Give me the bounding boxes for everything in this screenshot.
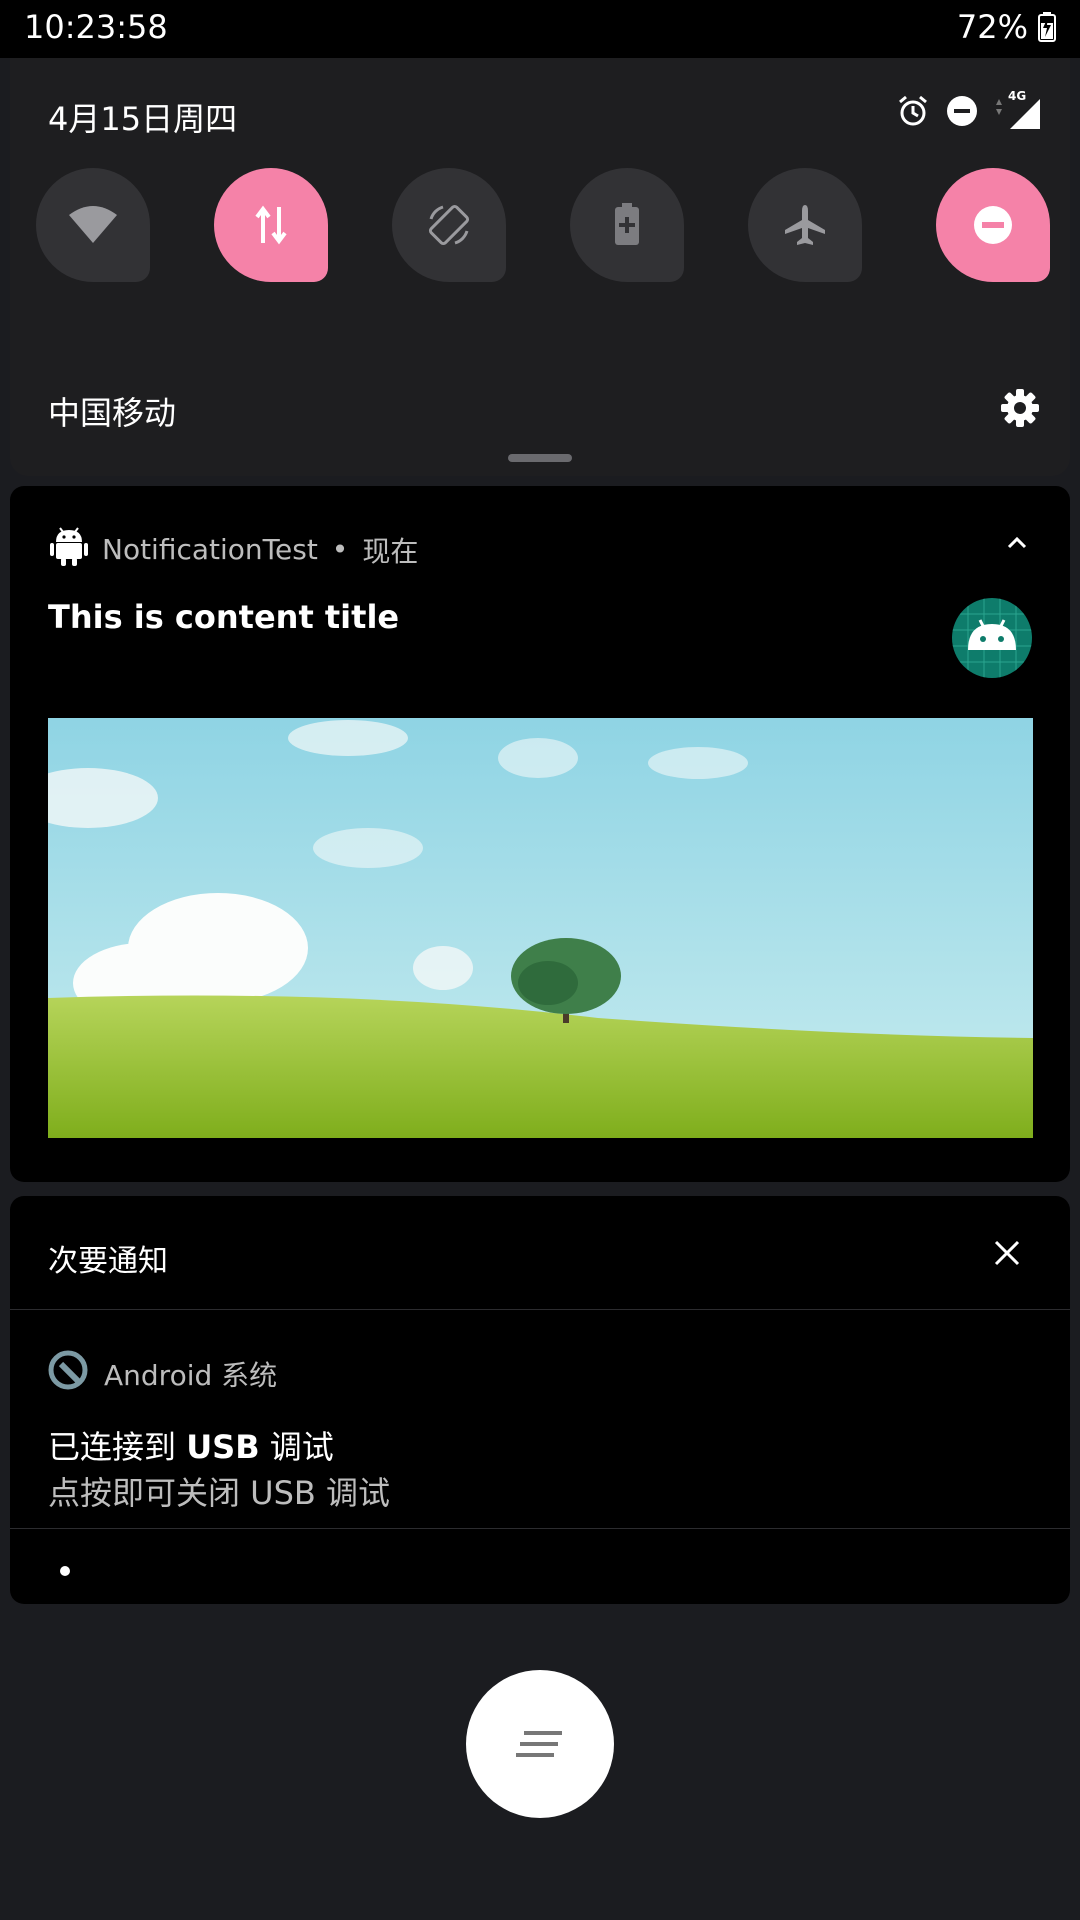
tile-wifi[interactable] bbox=[36, 168, 150, 282]
qs-status-icons: 4G bbox=[896, 89, 1044, 132]
minus-circle-icon bbox=[974, 206, 1012, 244]
qs-date[interactable]: 4月15日周四 bbox=[48, 94, 237, 140]
usb-notification-text: 点按即可关闭 USB 调试 bbox=[48, 1474, 391, 1512]
alarm-icon bbox=[896, 94, 930, 132]
notification-overflow-dot bbox=[60, 1566, 70, 1576]
qs-drag-handle[interactable] bbox=[508, 454, 572, 462]
status-time: 10:23:58 bbox=[24, 8, 168, 46]
notification-header: NotificationTest • 现在 bbox=[50, 526, 418, 573]
tile-mobile-data[interactable] bbox=[214, 168, 328, 282]
battery-percent: 72% bbox=[956, 8, 1028, 46]
android-system-app-name: Android 系统 bbox=[104, 1358, 278, 1392]
airplane-icon bbox=[785, 205, 825, 245]
wifi-icon bbox=[69, 206, 117, 243]
silent-notifications-card: 次要通知 Android 系统 已连接到 USB 调试 点按即可关闭 USB 调… bbox=[10, 1196, 1070, 1604]
usb-title-bold: USB bbox=[186, 1428, 260, 1466]
notes-lines-icon bbox=[516, 1731, 562, 1757]
notification-card[interactable]: NotificationTest • 现在 This is content ti… bbox=[10, 486, 1070, 1182]
battery-charging-icon bbox=[1038, 12, 1056, 42]
notification-large-icon bbox=[952, 598, 1032, 678]
usb-notification-title: 已连接到 USB 调试 bbox=[48, 1422, 334, 1468]
silent-bottom-divider bbox=[10, 1528, 1070, 1529]
rotate-icon bbox=[428, 204, 470, 246]
usb-title-prefix: 已连接到 bbox=[48, 1428, 187, 1466]
notification-app-name: NotificationTest bbox=[102, 533, 318, 566]
android-system-icon bbox=[48, 1350, 88, 1397]
qs-tiles bbox=[36, 168, 1050, 282]
silent-section-header: 次要通知 bbox=[48, 1244, 168, 1279]
usb-title-suffix: 调试 bbox=[259, 1428, 334, 1466]
tile-do-not-disturb[interactable] bbox=[936, 168, 1050, 282]
tile-battery-saver[interactable] bbox=[570, 168, 684, 282]
manage-notifications-button[interactable] bbox=[466, 1670, 614, 1818]
status-right: 72% bbox=[957, 8, 1056, 46]
dnd-status-icon bbox=[946, 95, 978, 131]
android-system-header: Android 系统 bbox=[48, 1350, 277, 1397]
notification-separator: • bbox=[331, 533, 349, 566]
signal-4g-icon: 4G bbox=[994, 89, 1044, 131]
collapse-chevron-icon[interactable] bbox=[1004, 530, 1030, 556]
battery-saver-icon bbox=[615, 203, 639, 245]
carrier-name: 中国移动 bbox=[48, 394, 177, 432]
android-robot-icon bbox=[50, 526, 88, 573]
notification-title: This is content title bbox=[48, 598, 400, 636]
quick-settings-panel: 4月15日周四 4G 中国移动 bbox=[10, 58, 1070, 476]
notification-big-picture bbox=[48, 718, 1033, 1138]
clear-silent-close-icon[interactable] bbox=[992, 1238, 1022, 1268]
notification-time: 现在 bbox=[362, 534, 419, 568]
settings-gear-icon[interactable] bbox=[1000, 388, 1040, 428]
tile-airplane-mode[interactable] bbox=[748, 168, 862, 282]
tile-auto-rotate[interactable] bbox=[392, 168, 506, 282]
network-badge: 4G bbox=[1008, 89, 1027, 103]
data-arrows-icon bbox=[255, 205, 287, 245]
status-bar: 10:23:58 72% bbox=[0, 0, 1080, 58]
